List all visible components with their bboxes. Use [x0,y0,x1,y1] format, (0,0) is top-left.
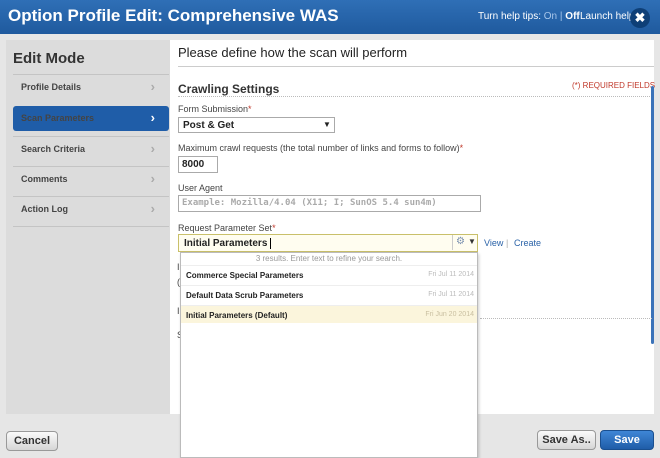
sidebar-title: Edit Mode [13,50,85,67]
sidebar-item-profile-details[interactable]: Profile Details › [13,74,169,99]
sidebar-item-scan-parameters[interactable]: Scan Parameters › [13,106,169,131]
user-agent-label: User Agent [178,183,223,193]
sidebar-divider [13,226,169,227]
label-text: Request Parameter Set [178,223,273,233]
label-text: Form Submission [178,104,249,114]
section-divider [178,96,652,97]
view-link[interactable]: View [484,238,503,248]
combobox-value: Initial Parameters [184,238,268,249]
sidebar-item-comments[interactable]: Comments › [13,166,169,191]
help-tips-label: Turn help tips: [478,11,541,22]
required-star: * [459,143,464,153]
request-param-set-dropdown: 3 results. Enter text to refine your sea… [180,252,478,458]
save-as-button[interactable]: Save As.. [537,430,596,450]
sidebar-item-label: Comments [21,174,68,184]
option-date: Fri Jun 20 2014 [425,311,474,318]
required-fields-note: (*) REQUIRED FIELDS [572,81,656,90]
section-title: Crawling Settings [178,82,280,96]
dropdown-hint: 3 results. Enter text to refine your sea… [255,254,403,263]
select-value: Post & Get [183,120,235,131]
help-tips-toggle: Turn help tips: On | Off [478,11,580,22]
option-date: Fri Jul 11 2014 [428,271,474,278]
option-name: Default Data Scrub Parameters [186,291,304,300]
text-caret [270,238,271,249]
dropdown-option-selected[interactable]: Initial Parameters (Default) Fri Jun 20 … [181,305,477,323]
chevron-down-icon: ▼ [323,120,331,129]
help-tips-sep: | [559,11,563,22]
cancel-button[interactable]: Cancel [6,431,58,451]
launch-help-link[interactable]: Launch help [580,11,635,22]
option-name: Commerce Special Parameters [186,271,304,280]
link-separator: | [506,238,509,248]
sidebar-item-label: Scan Parameters [21,113,95,123]
sidebar-item-search-criteria[interactable]: Search Criteria › [13,136,169,161]
chevron-down-icon: ▼ [468,237,476,246]
save-button[interactable]: Save [600,430,654,450]
page-heading: Please define how the scan will perform [178,45,408,60]
create-link[interactable]: Create [514,238,541,248]
request-param-set-combobox[interactable]: Initial Parameters [178,234,478,252]
chevron-right-icon: › [150,141,155,156]
window-title: Option Profile Edit: Comprehensive WAS [8,6,339,25]
chevron-right-icon: › [150,201,155,216]
chevron-right-icon: › [150,110,155,125]
sidebar-item-label: Profile Details [21,82,82,92]
form-submission-select[interactable]: Post & Get ▼ [178,117,335,133]
scrollbar[interactable] [651,86,654,344]
form-submission-label: Form Submission* [178,104,252,114]
sidebar-item-action-log[interactable]: Action Log › [13,196,169,221]
max-crawl-label: Maximum crawl requests (the total number… [178,143,463,153]
section-divider [480,318,652,319]
user-agent-input[interactable]: Example: Mozilla/4.04 (X11; I; SunOS 5.4… [178,195,481,212]
chevron-right-icon: › [150,171,155,186]
request-param-set-label: Request Parameter Set* [178,223,276,233]
close-icon[interactable]: ✖ [630,8,650,28]
chevron-right-icon: › [150,79,155,94]
max-crawl-input[interactable]: 8000 [178,156,218,173]
help-tips-on[interactable]: On [544,11,557,22]
required-star: * [272,223,276,233]
option-name: Initial Parameters (Default) [186,311,288,320]
help-tips-off[interactable]: Off [565,11,579,22]
sidebar-item-label: Search Criteria [21,144,86,154]
combobox-toggle[interactable]: ⚙ ▼ [452,235,477,250]
gear-icon: ⚙ [456,236,465,247]
divider [178,66,654,67]
dropdown-option[interactable]: Default Data Scrub Parameters Fri Jul 11… [181,285,477,303]
required-star: * [248,104,252,114]
label-text: Maximum crawl requests (the total number… [178,143,460,153]
dropdown-option[interactable]: Commerce Special Parameters Fri Jul 11 2… [181,265,477,283]
sidebar-item-label: Action Log [21,204,68,214]
option-date: Fri Jul 11 2014 [428,291,474,298]
